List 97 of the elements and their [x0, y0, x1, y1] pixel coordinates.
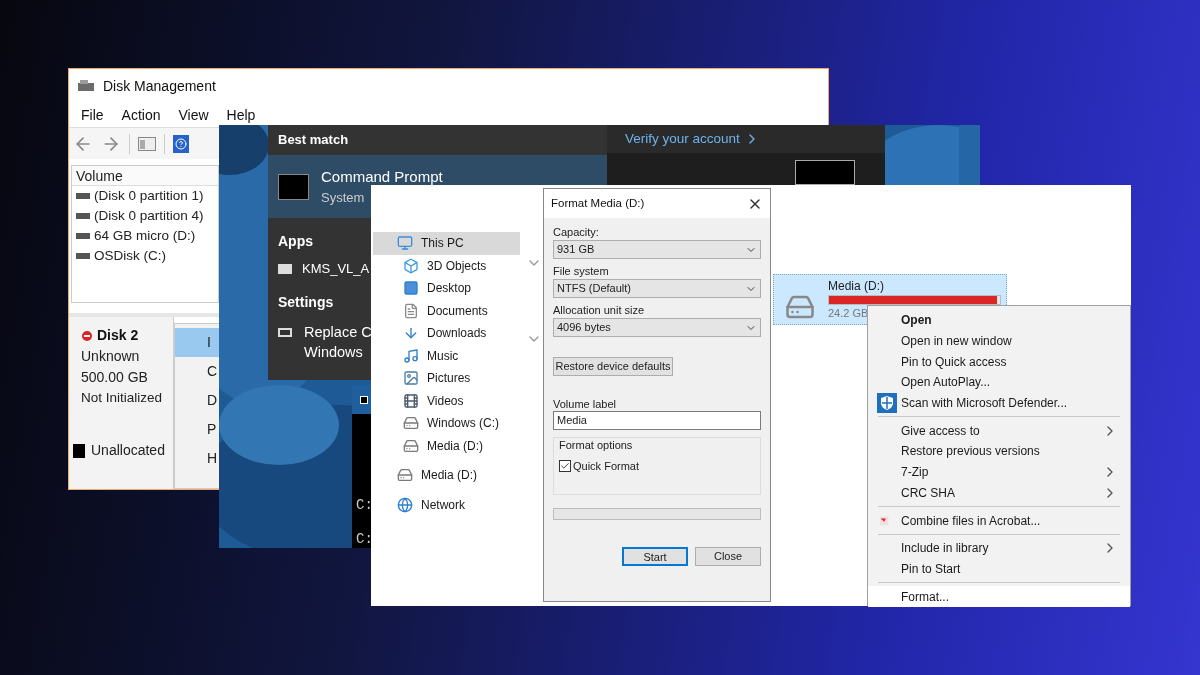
menu-item[interactable]: D: [175, 386, 220, 415]
menu-item[interactable]: 7-Zip: [868, 461, 1130, 483]
menu-item[interactable]: Help: [226, 104, 256, 126]
group-label: Format options: [559, 438, 634, 453]
menu-item[interactable]: P: [175, 415, 220, 444]
desktop-icon: [403, 280, 419, 297]
menu-item[interactable]: Scan with Microsoft Defender...: [868, 392, 1130, 414]
drive-icon: [403, 437, 419, 454]
field-label: Volume label: [553, 397, 617, 411]
disk-type: Unknown: [81, 347, 141, 366]
terminal-icon: [278, 173, 309, 200]
checkbox-label: Quick Format: [573, 458, 639, 474]
nav-item[interactable]: Media (D:): [373, 464, 520, 487]
drive-name: Media (D:): [828, 278, 884, 296]
console-text: C:: [356, 530, 373, 548]
volume-icon: [76, 193, 90, 200]
nav-item[interactable]: Videos: [373, 389, 520, 412]
document-icon: [879, 514, 891, 527]
disk-icon: [77, 79, 95, 94]
field-label: Allocation unit size: [553, 303, 646, 318]
app-icon: [278, 264, 292, 274]
disk-size: 500.00 GB: [81, 368, 149, 387]
nav-item[interactable]: This PC: [373, 232, 520, 255]
nav-item[interactable]: Music: [373, 344, 520, 367]
menu-item[interactable]: Pin to Quick access: [868, 351, 1130, 373]
menu-item[interactable]: I: [175, 328, 220, 357]
dropdown[interactable]: NTFS (Default): [553, 279, 761, 298]
section-heading: Best match: [278, 131, 349, 150]
thumbnail: [795, 160, 855, 185]
nav-item[interactable]: Downloads: [373, 322, 520, 345]
panel-icon[interactable]: [138, 136, 156, 151]
terminal-icon: [360, 395, 368, 404]
search-result[interactable]: Replace C: [304, 322, 372, 342]
nav-item[interactable]: Pictures: [373, 367, 520, 390]
nav-item[interactable]: Documents: [373, 299, 520, 322]
error-icon: [81, 329, 93, 342]
menu-item[interactable]: Give access to: [868, 420, 1130, 442]
volume-label-field[interactable]: Media: [553, 411, 761, 430]
help-icon[interactable]: [173, 134, 189, 153]
dialog-button[interactable]: Start: [622, 547, 688, 566]
menu-item[interactable]: File: [81, 104, 104, 126]
volume-icon: [76, 253, 90, 260]
menu-item[interactable]: Open in new window: [868, 330, 1130, 352]
nav-item[interactable]: Windows (C:): [373, 412, 520, 435]
dropdown[interactable]: 931 GB: [553, 240, 761, 259]
volume-icon: [76, 213, 90, 220]
menu-item[interactable]: Open AutoPlay...: [868, 372, 1130, 393]
checkbox[interactable]: [559, 459, 571, 472]
disk-status: Not Initialized: [81, 389, 164, 407]
menu-item[interactable]: H: [175, 444, 220, 473]
cube-icon: [403, 257, 419, 274]
restore-defaults-button[interactable]: Restore device defaults: [553, 357, 673, 376]
computer-icon: [397, 235, 413, 252]
dropdown[interactable]: 4096 bytes: [553, 318, 761, 337]
result-title: Command Prompt: [321, 166, 443, 187]
column-header[interactable]: Volume: [72, 166, 218, 187]
disk-name: Disk 2: [97, 326, 139, 345]
film-icon: [403, 392, 419, 409]
volume-name[interactable]: OSDisk (C:): [94, 246, 166, 267]
nav-item[interactable]: Network: [373, 493, 520, 516]
menu-item[interactable]: View: [178, 104, 209, 126]
menu-item[interactable]: Include in library: [868, 537, 1130, 559]
section-heading: Apps: [278, 232, 313, 251]
volume-icon: [76, 233, 90, 240]
window-title: Disk Management: [103, 76, 216, 96]
search-result[interactable]: KMS_VL_A: [302, 259, 370, 279]
music-note-icon: [403, 347, 419, 364]
menu-item[interactable]: CRC SHA: [868, 482, 1130, 504]
dialog-button[interactable]: Close: [695, 547, 761, 566]
drive-icon: [403, 415, 419, 432]
console-text: C:: [356, 496, 373, 514]
volume-name[interactable]: (Disk 0 partition 1): [94, 186, 204, 207]
dialog-title: Format Media (D:): [551, 195, 645, 211]
section-heading: Settings: [278, 292, 334, 312]
nav-item[interactable]: Media (D:): [373, 434, 520, 457]
document-icon: [403, 302, 419, 319]
menu-item[interactable]: C: [175, 357, 220, 386]
menu-item[interactable]: Action: [121, 104, 161, 126]
network-icon: [397, 496, 413, 513]
volume-name[interactable]: 64 GB micro (D:): [94, 226, 196, 247]
field-label: Capacity:: [553, 225, 600, 240]
menu-item[interactable]: Pin to Start: [868, 558, 1130, 580]
volume-name[interactable]: (Disk 0 partition 4): [94, 206, 204, 227]
nav-item[interactable]: Desktop: [373, 277, 520, 300]
shield-icon: [877, 393, 897, 414]
drive-icon: [397, 467, 413, 484]
nav-item[interactable]: 3D Objects: [373, 254, 520, 277]
menu-item[interactable]: Format...: [868, 586, 1130, 607]
search-result[interactable]: Windows: [304, 342, 372, 362]
menu-item[interactable]: Restore previous versions: [868, 441, 1130, 462]
drive-size: 24.2 GB: [828, 306, 869, 322]
display-icon: [278, 328, 292, 337]
legend-label: Unallocated: [91, 441, 165, 460]
field-label: File system: [553, 264, 610, 279]
menu-item[interactable]: Combine files in Acrobat...: [868, 510, 1130, 531]
result-subtitle: System: [321, 189, 366, 207]
picture-icon: [403, 370, 419, 387]
